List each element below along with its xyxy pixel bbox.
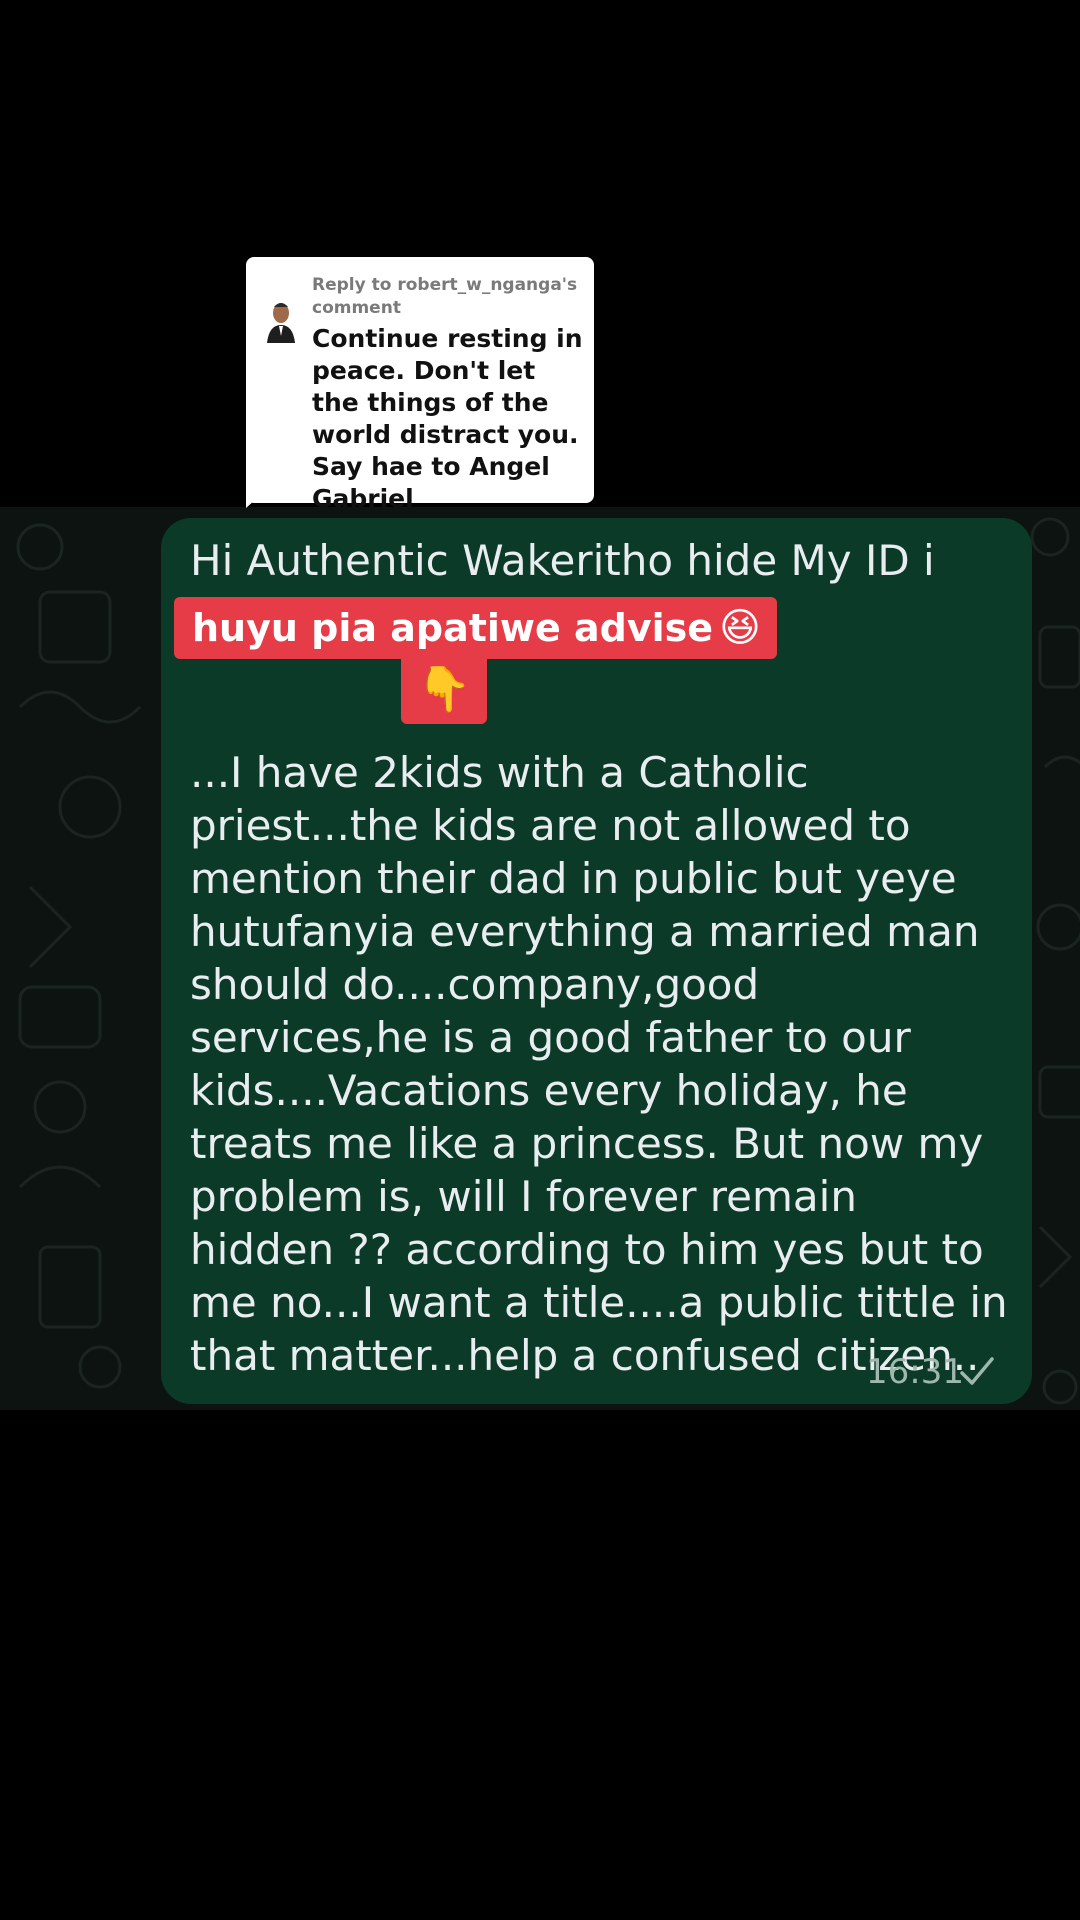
caption-text: huyu pia apatiwe advise <box>192 606 714 650</box>
pointing-down-emoji-icon: 👇 <box>401 656 487 724</box>
reply-card-tail <box>246 490 266 508</box>
message-body: ...I have 2kids with a Catholic priest..… <box>190 748 1008 1380</box>
single-check-icon <box>960 1357 994 1385</box>
message-timestamp: 16:31 <box>866 1352 964 1392</box>
reply-header: Reply to robert_w_nganga's comment <box>312 275 578 318</box>
laughing-emoji-icon: 😆 <box>719 605 761 651</box>
user-avatar-icon <box>267 303 295 343</box>
reply-comment-text: Continue resting in peace. Don't let the… <box>312 324 583 513</box>
message-first-line: Hi Authentic Wakeritho hide My ID i <box>190 536 935 585</box>
overlay-caption: huyu pia apatiwe advise 😆 <box>174 597 777 659</box>
